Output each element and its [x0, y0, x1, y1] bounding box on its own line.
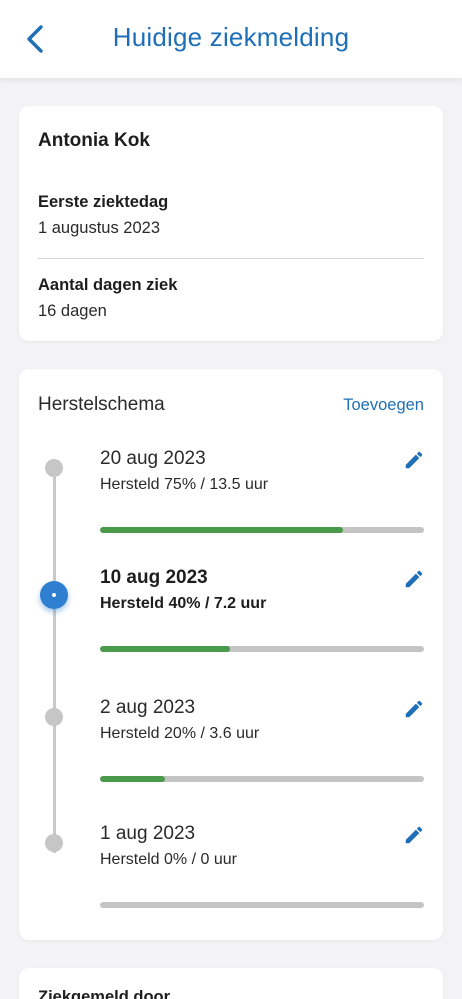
reported-by-label: Ziekgemeld door	[38, 988, 171, 999]
pencil-icon	[405, 700, 423, 718]
sick-report-info-card: Antonia Kok Eerste ziektedag 1 augustus …	[19, 106, 443, 341]
add-entry-link[interactable]: Toevoegen	[343, 396, 424, 415]
days-sick-value: 16 dagen	[38, 302, 107, 320]
recovery-progress-fill	[100, 646, 230, 652]
entry-date: 10 aug 2023	[100, 567, 208, 588]
timeline-dot	[45, 459, 63, 477]
timeline-dot	[45, 834, 63, 852]
first-sick-day-value: 1 augustus 2023	[38, 219, 161, 237]
entry-date: 1 aug 2023	[100, 823, 196, 844]
entry-date: 20 aug 2023	[100, 448, 206, 469]
recovery-progress-bar	[100, 646, 424, 652]
edit-entry-button[interactable]	[403, 568, 425, 590]
recovery-schedule-card: Herstelschema Toevoegen 20 aug 2023 Herst…	[19, 369, 443, 940]
edit-entry-button[interactable]	[403, 449, 425, 471]
entry-date: 2 aug 2023	[100, 697, 196, 718]
page-title: Huidige ziekmelding	[112, 22, 350, 52]
entry-recovery-detail: Hersteld 40% / 7.2 uur	[100, 595, 267, 612]
recovery-schedule-title: Herstelschema	[38, 394, 165, 415]
divider	[38, 258, 424, 259]
entry-recovery-detail: Hersteld 0% / 0 uur	[100, 851, 237, 868]
timeline-line	[53, 477, 56, 853]
pencil-icon	[405, 451, 423, 469]
edit-entry-button[interactable]	[403, 824, 425, 846]
days-sick-label: Aantal dagen ziek	[38, 276, 178, 294]
recovery-progress-fill	[100, 527, 343, 533]
timeline-dot-active	[40, 581, 68, 609]
recovery-progress-bar	[100, 902, 424, 908]
pencil-icon	[405, 826, 423, 844]
employee-name: Antonia Kok	[38, 130, 150, 151]
recovery-progress-bar	[100, 776, 424, 782]
edit-entry-button[interactable]	[403, 698, 425, 720]
recovery-progress-fill	[100, 776, 165, 782]
entry-recovery-detail: Hersteld 20% / 3.6 uur	[100, 725, 260, 742]
recovery-progress-bar	[100, 527, 424, 533]
entry-recovery-detail: Hersteld 75% / 13.5 uur	[100, 476, 269, 493]
timeline-dot	[45, 708, 63, 726]
reported-by-card: Ziekgemeld door	[19, 968, 443, 999]
app-header: Huidige ziekmelding	[0, 0, 462, 78]
first-sick-day-label: Eerste ziektedag	[38, 193, 169, 211]
pencil-icon	[405, 570, 423, 588]
